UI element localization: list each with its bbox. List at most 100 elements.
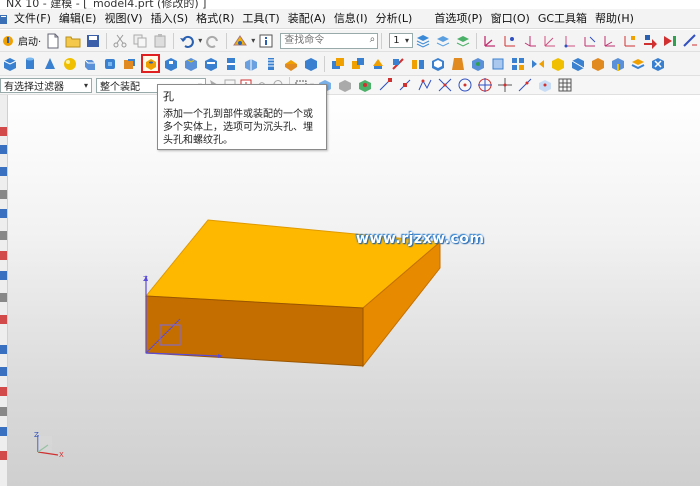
snap-midpoint-icon[interactable]	[397, 77, 413, 93]
menu-tools[interactable]: 工具(T)	[238, 10, 283, 28]
work-layer-combo[interactable]: 1 ▾	[389, 33, 413, 48]
menu-analysis[interactable]: 分析(L)	[372, 10, 417, 28]
scale-body-icon[interactable]	[490, 56, 506, 72]
undo-icon[interactable]	[179, 33, 195, 49]
resource-bar-icon[interactable]	[0, 387, 7, 396]
menu-edit[interactable]: 编辑(E)	[55, 10, 101, 28]
resource-bar-icon[interactable]	[0, 167, 7, 176]
menu-file[interactable]: 文件(F)	[10, 10, 55, 28]
edge-blend-icon[interactable]	[283, 56, 299, 72]
command-finder-input[interactable]	[280, 32, 379, 49]
resource-bar-icon[interactable]	[0, 251, 7, 260]
resource-bar-icon[interactable]	[0, 407, 7, 416]
replace-face-icon[interactable]	[610, 56, 626, 72]
menu-window[interactable]: 窗口(O)	[487, 10, 534, 28]
wcs-display-icon[interactable]	[562, 33, 578, 49]
resource-bar-icon[interactable]	[0, 127, 7, 136]
wcs-dynamic-icon[interactable]	[502, 33, 518, 49]
draft-icon[interactable]	[450, 56, 466, 72]
open-folder-icon[interactable]	[65, 33, 81, 49]
extrude-icon[interactable]	[82, 56, 98, 72]
sew-icon[interactable]	[570, 56, 586, 72]
thread-icon[interactable]	[263, 56, 279, 72]
search-icon[interactable]: ⌕	[370, 34, 376, 45]
hole-button[interactable]	[141, 54, 160, 73]
block-icon[interactable]	[2, 56, 18, 72]
pattern-feature-icon[interactable]	[510, 56, 526, 72]
menu-view[interactable]: 视图(V)	[100, 10, 146, 28]
resource-bar-icon[interactable]	[0, 367, 7, 376]
patch-icon[interactable]	[590, 56, 606, 72]
snap-endpoint-icon[interactable]	[377, 77, 393, 93]
copy-icon[interactable]	[132, 33, 148, 49]
slot-icon[interactable]	[203, 56, 219, 72]
mirror-feature-icon[interactable]	[530, 56, 546, 72]
wcs-origin-icon[interactable]	[482, 33, 498, 49]
boss-icon[interactable]	[122, 56, 138, 72]
move-face-icon[interactable]	[630, 56, 646, 72]
wcs-csys-icon[interactable]	[602, 33, 618, 49]
unite-icon[interactable]	[330, 56, 346, 72]
resource-bar-icon[interactable]	[0, 231, 7, 240]
resource-bar-icon[interactable]	[0, 271, 7, 280]
sphere-icon[interactable]	[62, 56, 78, 72]
grid-snap-icon[interactable]	[557, 77, 573, 93]
repeat-dropdown-caret[interactable]: ▾	[251, 36, 255, 45]
snap-existing-point-icon[interactable]	[497, 77, 513, 93]
graphics-window[interactable]: Z Z X www.rjzxw.com	[8, 95, 700, 486]
pocket-icon[interactable]	[163, 56, 179, 72]
menu-assembly[interactable]: 装配(A)	[284, 10, 330, 28]
select-feature-icon[interactable]	[337, 77, 353, 93]
start-icon[interactable]	[2, 35, 14, 47]
feature-play-icon[interactable]	[662, 33, 678, 49]
shell-icon[interactable]	[430, 56, 446, 72]
repeat-command-icon[interactable]	[232, 33, 248, 49]
intersect-icon[interactable]	[370, 56, 386, 72]
menu-help[interactable]: 帮助(H)	[591, 10, 638, 28]
split-body-icon[interactable]	[410, 56, 426, 72]
menu-format[interactable]: 格式(R)	[192, 10, 238, 28]
snap-intersection-icon[interactable]	[437, 77, 453, 93]
pad-icon[interactable]	[183, 56, 199, 72]
resource-bar-icon[interactable]	[0, 427, 7, 436]
undo-dropdown-caret[interactable]: ▾	[198, 36, 202, 45]
snap-point-icon[interactable]	[357, 77, 373, 93]
wcs-orient-icon[interactable]	[542, 33, 558, 49]
snap-arc-center-icon[interactable]	[457, 77, 473, 93]
start-button[interactable]: 启动·	[16, 33, 43, 48]
menu-info[interactable]: 信息(I)	[330, 10, 372, 28]
trim-body-icon[interactable]	[390, 56, 406, 72]
groove-icon[interactable]	[223, 56, 239, 72]
move-to-layer-icon[interactable]	[435, 33, 451, 49]
subtract-icon[interactable]	[350, 56, 366, 72]
extract-geometry-icon[interactable]	[550, 56, 566, 72]
paste-icon[interactable]	[152, 33, 168, 49]
resource-bar-icon[interactable]	[0, 315, 7, 324]
menu-insert[interactable]: 插入(S)	[147, 10, 193, 28]
nx-app-icon[interactable]	[0, 13, 8, 25]
menu-gc-toolbox[interactable]: GC工具箱	[534, 10, 591, 28]
offset-face-icon[interactable]	[470, 56, 486, 72]
arrow-tool-icon[interactable]	[642, 33, 658, 49]
wcs-rotate-icon[interactable]	[522, 33, 538, 49]
wcs-set-icon[interactable]	[622, 33, 638, 49]
save-icon[interactable]	[85, 33, 101, 49]
cut-icon[interactable]	[112, 33, 128, 49]
snap-point-on-curve-icon[interactable]	[517, 77, 533, 93]
resource-bar-icon[interactable]	[0, 451, 7, 460]
wcs-save-icon[interactable]	[582, 33, 598, 49]
snap-point-on-face-icon[interactable]	[537, 77, 553, 93]
copy-to-layer-icon[interactable]	[455, 33, 471, 49]
new-file-icon[interactable]	[45, 33, 61, 49]
view-triad[interactable]: Z X	[34, 431, 64, 459]
redo-icon[interactable]	[205, 33, 221, 49]
info-window-icon[interactable]	[258, 33, 274, 49]
cylinder-icon[interactable]	[22, 56, 38, 72]
snap-quadrant-icon[interactable]	[477, 77, 493, 93]
menu-preferences[interactable]: 首选项(P)	[430, 10, 486, 28]
layer-settings-icon[interactable]	[415, 33, 431, 49]
resource-bar-icon[interactable]	[0, 190, 7, 199]
cone-icon[interactable]	[42, 56, 58, 72]
resource-bar-icon[interactable]	[0, 145, 7, 154]
block-front-face[interactable]	[145, 295, 364, 367]
